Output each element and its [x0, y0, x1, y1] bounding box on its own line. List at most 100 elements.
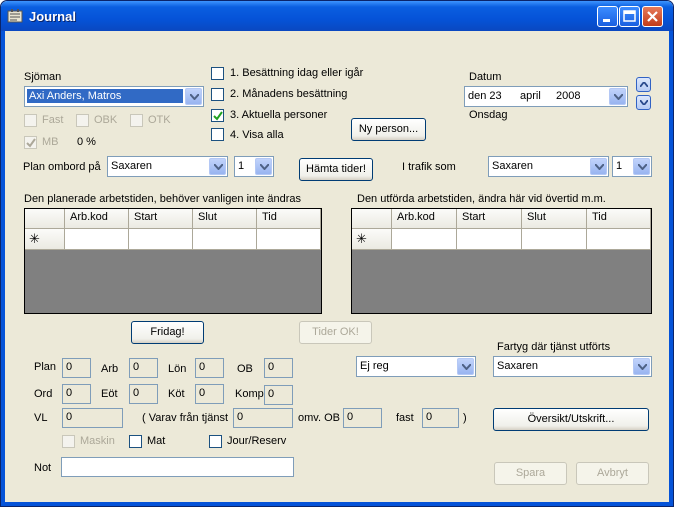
komp-label: Komp [235, 388, 264, 400]
fartyg-select[interactable]: Saxaren [493, 356, 652, 377]
performed-cell-arbkod[interactable] [392, 229, 457, 250]
planned-col-arbkod[interactable]: Arb.kod [65, 209, 129, 229]
sjoman-select[interactable]: Axi Anders, Matros [24, 86, 204, 107]
planned-cell-start[interactable] [129, 229, 193, 250]
omv-ob-label: omv. OB [298, 412, 340, 424]
planned-new-row[interactable]: ✳ [25, 229, 321, 250]
maskin-checkbox[interactable] [62, 435, 75, 448]
not-field[interactable] [61, 457, 294, 477]
plan-field[interactable]: 0 [62, 358, 91, 378]
datum-year[interactable]: 2008 [556, 90, 580, 102]
ob-field[interactable]: 0 [264, 358, 293, 378]
komp-field[interactable]: 0 [264, 385, 293, 405]
datum-picker[interactable]: den 23 april 2008 [464, 86, 628, 107]
i-trafik-ship-select[interactable]: Saxaren [488, 156, 609, 177]
chevron-down-icon[interactable] [590, 158, 607, 175]
performed-cell-slut[interactable] [522, 229, 587, 250]
chevron-down-icon[interactable] [633, 358, 650, 375]
chevron-down-icon[interactable] [633, 158, 650, 175]
planned-grid-header: Arb.kod Start Slut Tid [25, 209, 321, 229]
mat-checkbox[interactable] [129, 435, 142, 448]
hamta-tider-button[interactable]: Hämta tider! [299, 158, 373, 181]
performed-col-start[interactable]: Start [457, 209, 522, 229]
lon-field[interactable]: 0 [195, 358, 224, 378]
performed-grid-corner [352, 209, 392, 229]
planned-new-row-header[interactable]: ✳ [25, 229, 65, 249]
vl-field[interactable]: 0 [62, 408, 123, 428]
vl-label: VL [34, 412, 48, 424]
i-trafik-ship-value: Saxaren [492, 160, 533, 172]
planned-grid[interactable]: Arb.kod Start Slut Tid ✳ [24, 208, 322, 314]
planned-col-start[interactable]: Start [129, 209, 193, 229]
mb-checkbox[interactable] [24, 136, 37, 149]
window-title: Journal [29, 9, 76, 24]
ord-field[interactable]: 0 [62, 384, 91, 404]
chevron-down-icon[interactable] [185, 88, 202, 105]
datum-weekday: Onsdag [469, 109, 508, 121]
mb-label: MB [42, 136, 59, 148]
planned-col-tid[interactable]: Tid [257, 209, 321, 229]
chevron-down-icon[interactable] [209, 158, 226, 175]
performed-col-arbkod[interactable]: Arb.kod [392, 209, 457, 229]
fridag-button[interactable]: Fridag! [131, 321, 204, 344]
maximize-button[interactable] [619, 6, 640, 27]
kot-field[interactable]: 0 [195, 384, 224, 404]
planned-cell-arbkod[interactable] [65, 229, 129, 250]
plan-ombord-num-select[interactable]: 1 [234, 156, 274, 177]
performed-col-tid[interactable]: Tid [587, 209, 651, 229]
date-up-button[interactable] [636, 77, 651, 92]
jour-reserv-checkbox[interactable] [209, 435, 222, 448]
fast-checkbox[interactable] [24, 114, 37, 127]
minimize-icon [603, 19, 610, 22]
calendar-dropdown-icon[interactable] [609, 88, 626, 105]
filter-3-label: 3. Aktuella personer [230, 109, 328, 121]
minimize-button[interactable] [597, 6, 618, 27]
mb-percent: 0 % [77, 136, 96, 148]
spara-button[interactable]: Spara [494, 462, 567, 485]
jour-reserv-label: Jour/Reserv [227, 435, 287, 447]
filter-3-checkbox[interactable] [211, 109, 224, 122]
filter-2-checkbox[interactable] [211, 88, 224, 101]
new-row-asterisk-icon: ✳ [29, 231, 40, 246]
performed-grid[interactable]: Arb.kod Start Slut Tid ✳ [351, 208, 652, 314]
maskin-label: Maskin [80, 435, 115, 447]
oversikt-button[interactable]: Översikt/Utskrift... [493, 408, 649, 431]
obk-checkbox[interactable] [76, 114, 89, 127]
maximize-icon [623, 10, 636, 22]
i-trafik-num-select[interactable]: 1 [612, 156, 652, 177]
performed-cell-start[interactable] [457, 229, 522, 250]
omv-ob-field[interactable]: 0 [343, 408, 382, 428]
i-trafik-num-value: 1 [616, 160, 623, 172]
plan-ombord-ship-select[interactable]: Saxaren [107, 156, 228, 177]
performed-cell-tid[interactable] [587, 229, 651, 250]
filter-4-checkbox[interactable] [211, 128, 224, 141]
tider-ok-button[interactable]: Tider OK! [299, 321, 372, 344]
fartyg-value: Saxaren [497, 360, 538, 372]
filter-1-checkbox[interactable] [211, 67, 224, 80]
otk-checkbox[interactable] [130, 114, 143, 127]
title-bar[interactable]: Journal [1, 1, 673, 31]
planned-col-slut[interactable]: Slut [193, 209, 257, 229]
ejreg-select[interactable]: Ej reg [356, 356, 476, 377]
eot-field[interactable]: 0 [129, 384, 158, 404]
close-button[interactable] [642, 6, 663, 27]
chevron-down-icon[interactable] [255, 158, 272, 175]
date-down-button[interactable] [636, 95, 651, 110]
performed-new-row-header[interactable]: ✳ [352, 229, 392, 249]
chevron-down-icon [640, 100, 648, 105]
performed-col-slut[interactable]: Slut [522, 209, 587, 229]
journal-window: Journal Sjöman Axi Anders, Matros Fast O… [0, 0, 674, 507]
planned-cell-tid[interactable] [257, 229, 321, 250]
ny-person-button[interactable]: Ny person... [351, 118, 426, 141]
arb-field[interactable]: 0 [129, 358, 158, 378]
datum-day[interactable]: den 23 [468, 90, 502, 102]
fast-field[interactable]: 0 [422, 408, 459, 428]
performed-new-row[interactable]: ✳ [352, 229, 651, 250]
window-frame-left [1, 31, 5, 506]
varav-field[interactable]: 0 [233, 408, 293, 428]
avbryt-button[interactable]: Avbryt [576, 462, 649, 485]
chevron-down-icon[interactable] [457, 358, 474, 375]
sjoman-value: Axi Anders, Matros [27, 89, 183, 103]
datum-month[interactable]: april [520, 90, 541, 102]
planned-cell-slut[interactable] [193, 229, 257, 250]
